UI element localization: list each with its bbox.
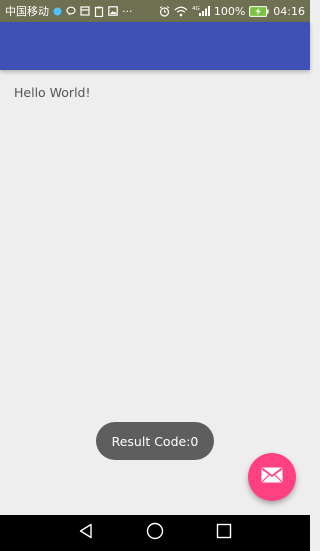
back-button[interactable] — [66, 515, 106, 551]
image-icon — [108, 4, 118, 18]
window-icon — [80, 4, 90, 18]
navigation-bar — [0, 515, 310, 551]
status-bar-right: 4G 100% 04:16 — [159, 4, 305, 18]
status-bar-left: 中国移动 ··· — [5, 3, 133, 19]
app-toolbar — [0, 22, 310, 70]
back-triangle-icon — [78, 523, 94, 543]
overflow-label: ··· — [122, 4, 133, 18]
network-type-label: 4G — [192, 6, 200, 12]
signal-icon: 4G — [192, 4, 210, 18]
recent-apps-square-icon — [216, 523, 232, 543]
clipboard-icon — [94, 4, 104, 18]
toast-message: Result Code:0 — [111, 433, 199, 449]
clock-time: 04:16 — [273, 4, 305, 18]
alarm-icon — [159, 4, 170, 18]
result-toast: Result Code:0 — [96, 422, 214, 460]
home-circle-icon — [146, 522, 164, 544]
chat-icon — [66, 4, 76, 18]
battery-percent: 100% — [213, 4, 246, 18]
globe-icon — [53, 4, 62, 18]
battery-charging-icon — [249, 4, 269, 18]
carrier-label: 中国移动 — [5, 5, 49, 18]
hello-world-text: Hello World! — [14, 85, 91, 100]
wifi-icon — [174, 4, 188, 18]
status-bar: 中国移动 ··· 4G 100% 04:16 — [0, 0, 310, 22]
email-icon — [261, 467, 283, 487]
email-fab-button[interactable] — [248, 453, 296, 501]
home-button[interactable] — [135, 515, 175, 551]
recent-apps-button[interactable] — [204, 515, 244, 551]
